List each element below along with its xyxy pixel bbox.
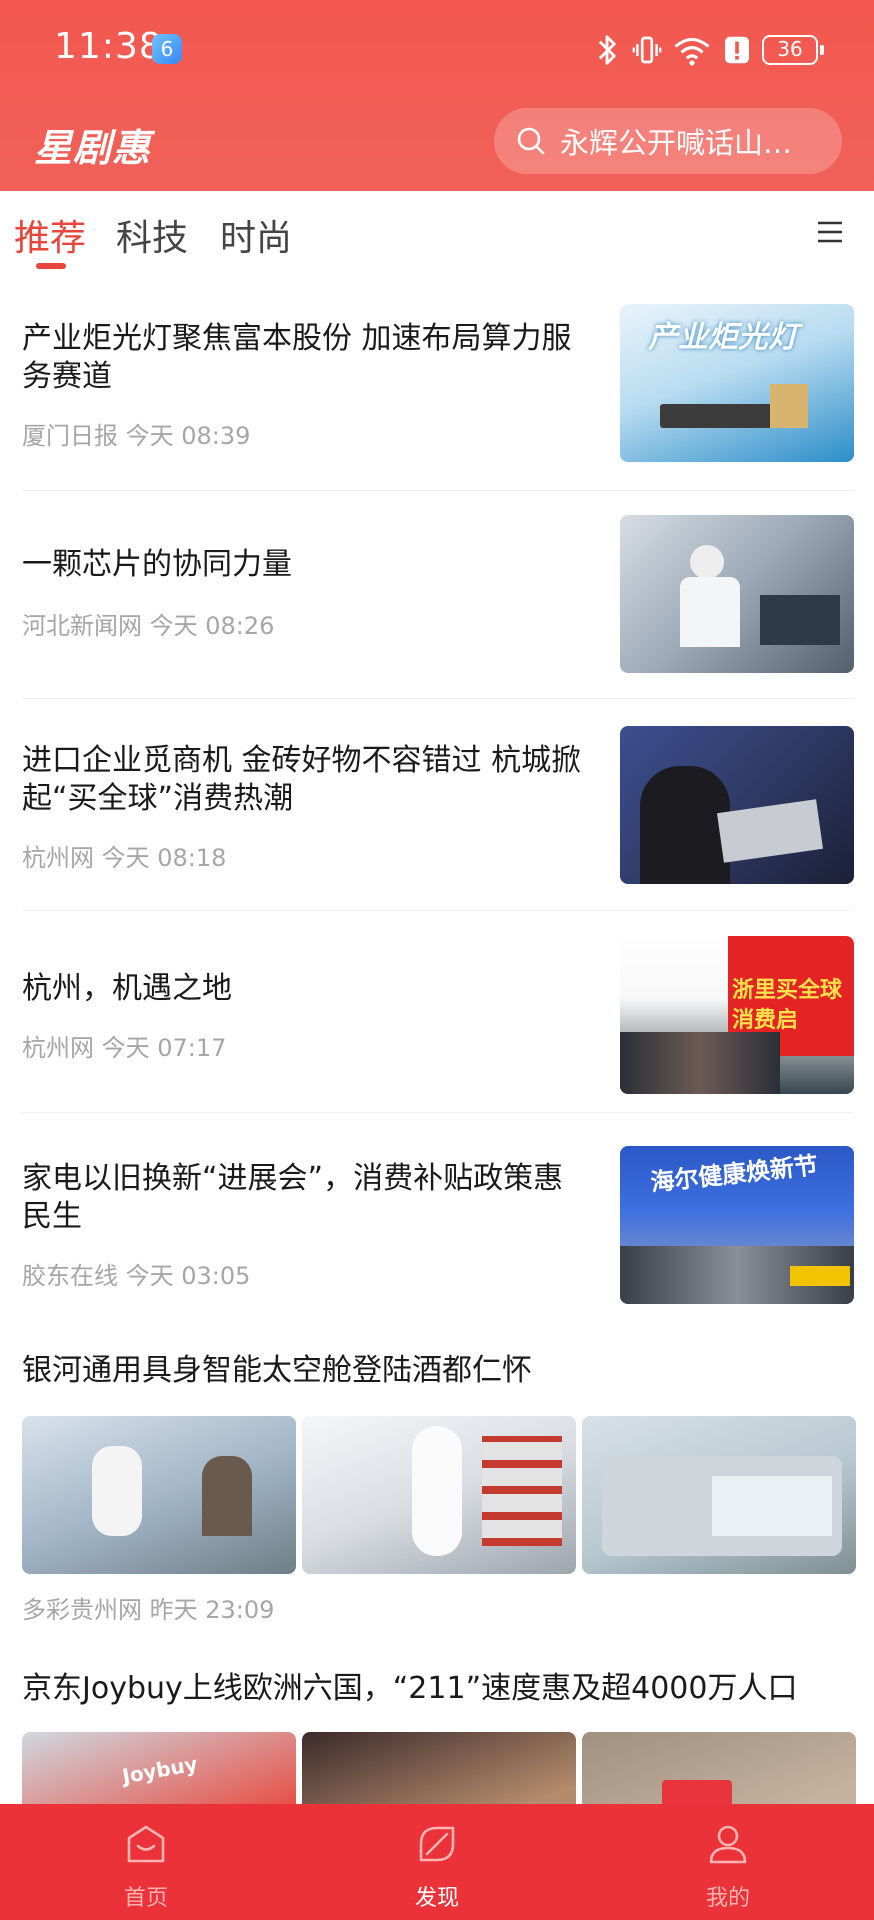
news-meta: 多彩贵州网 昨天 23:09: [22, 1590, 274, 1625]
nav-label: 发现: [414, 1886, 459, 1911]
divider: [22, 1112, 854, 1113]
vibrate-icon: [632, 36, 662, 64]
nav-discover[interactable]: 发现: [337, 1804, 537, 1920]
category-tabs: 推荐 科技 时尚: [0, 191, 874, 279]
notification-badge: 6: [152, 34, 182, 64]
divider: [22, 698, 854, 699]
alert-icon: [725, 36, 749, 64]
news-time: 今天 03:05: [125, 1262, 251, 1290]
news-thumbnail: 浙里买全球 消费启: [620, 936, 854, 1094]
divider: [22, 490, 854, 491]
tab-fashion[interactable]: 时尚: [220, 209, 292, 261]
news-title: 一颗芯片的协同力量: [22, 547, 292, 582]
news-meta: 胶东在线 今天 03:05: [22, 1256, 250, 1291]
active-tab-indicator: [36, 263, 66, 269]
gallery-image: [582, 1416, 856, 1574]
divider: [22, 910, 854, 911]
thumb-caption: 浙里买全球 消费启: [732, 978, 843, 1033]
news-title: 京东Joybuy上线欧洲六国，“211”速度惠及超4000万人口: [22, 1671, 798, 1706]
gallery-image: [22, 1416, 296, 1574]
app-header: 11:38 6 36 星剧惠 永辉公开喊话山…: [0, 0, 874, 191]
thumb-caption: 产业炬光灯: [648, 320, 798, 355]
discover-icon: [419, 1826, 455, 1862]
nav-label: 我的: [705, 1886, 750, 1911]
tab-recommend[interactable]: 推荐: [14, 209, 86, 261]
news-source: 杭州网: [22, 844, 94, 872]
status-time: 11:38: [54, 26, 163, 67]
news-thumbnail: [620, 726, 854, 884]
news-thumbnail: 海尔健康焕新节: [620, 1146, 854, 1304]
search-placeholder: 永辉公开喊话山…: [560, 126, 793, 160]
search-icon: [517, 127, 545, 155]
news-time: 今天 08:39: [125, 422, 251, 450]
news-thumbnail: 产业炬光灯: [620, 304, 854, 462]
tab-tech[interactable]: 科技: [116, 209, 188, 261]
news-meta: 河北新闻网 今天 08:26: [22, 606, 274, 641]
news-time: 今天 08:18: [101, 844, 227, 872]
menu-icon[interactable]: [816, 218, 844, 246]
news-source: 河北新闻网: [22, 612, 142, 640]
bluetooth-icon: [598, 35, 616, 65]
news-source: 杭州网: [22, 1034, 94, 1062]
user-icon: [709, 1825, 747, 1864]
nav-label: 首页: [123, 1886, 168, 1911]
thumb-caption: 海尔健康焕新节: [649, 1151, 820, 1197]
news-title: 进口企业觅商机 金砖好物不容错过 杭城掀起“买全球”消费热潮: [22, 743, 582, 816]
news-meta: 杭州网 今天 07:17: [22, 1028, 226, 1063]
wifi-icon: [674, 37, 710, 66]
gallery-image: [302, 1416, 576, 1574]
news-time: 昨天 23:09: [149, 1596, 275, 1624]
search-bar[interactable]: 永辉公开喊话山…: [494, 108, 842, 174]
news-meta: 杭州网 今天 08:18: [22, 838, 226, 873]
news-time: 今天 08:26: [149, 612, 275, 640]
app-logo: 星剧惠: [34, 126, 152, 170]
bottom-navigation: 首页 发现 我的: [0, 1804, 874, 1920]
home-icon: [127, 1825, 165, 1863]
news-title: 家电以旧换新“进展会”，消费补贴政策惠民生: [22, 1161, 564, 1234]
news-thumbnail: [620, 515, 854, 673]
news-time: 今天 07:17: [101, 1034, 227, 1062]
news-meta: 厦门日报 今天 08:39: [22, 416, 250, 451]
news-source: 厦门日报: [22, 422, 118, 450]
news-source: 多彩贵州网: [22, 1596, 142, 1624]
thumb-caption: Joybuy: [120, 1751, 200, 1789]
news-title: 银河通用具身智能太空舱登陆酒都仁怀: [22, 1353, 532, 1388]
battery-indicator: 36: [762, 35, 824, 65]
nav-profile[interactable]: 我的: [628, 1804, 828, 1920]
nav-home[interactable]: 首页: [46, 1804, 246, 1920]
news-title: 产业炬光灯聚焦富本股份 加速布局算力服务赛道: [22, 321, 572, 394]
system-icons: 36: [592, 30, 824, 70]
news-source: 胶东在线: [22, 1262, 118, 1290]
status-bar: 11:38 6 36: [0, 0, 874, 100]
news-title: 杭州，机遇之地: [22, 971, 232, 1006]
